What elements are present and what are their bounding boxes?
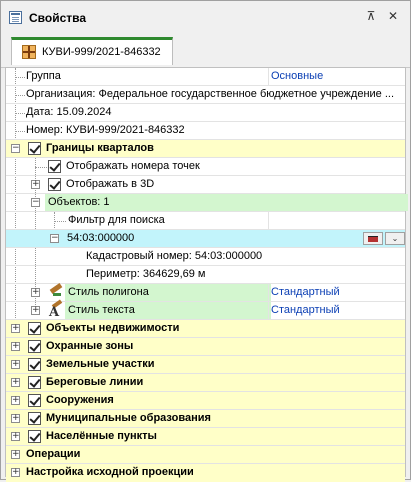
layer-label: Охранные зоны [46, 340, 134, 352]
layer-label: Границы кварталов [46, 142, 154, 154]
expand-icon[interactable]: + [11, 342, 20, 351]
expand-icon[interactable]: + [11, 324, 20, 333]
checkbox-land-plots[interactable] [28, 358, 41, 371]
date-text: Дата: 15.09.2024 [26, 106, 112, 118]
locate-object-button[interactable] [363, 232, 383, 245]
layer-label: Муниципальные образования [46, 412, 211, 424]
operations-row[interactable]: + Операции [6, 446, 405, 464]
checkbox-show-3d[interactable] [48, 178, 61, 191]
layer-row-land-plots[interactable]: + Земельные участки [6, 356, 405, 374]
expand-icon[interactable]: + [31, 288, 40, 297]
group-row[interactable]: Группа Основные [6, 68, 405, 86]
checkbox-settlements[interactable] [28, 430, 41, 443]
checkbox-real-estate[interactable] [28, 322, 41, 335]
collapse-icon[interactable]: − [50, 234, 59, 243]
polygon-style-row[interactable]: + Стиль полигона Стандартный [6, 283, 405, 302]
object-id: 54:03:000000 [67, 232, 135, 244]
text-style-icon: A [48, 299, 64, 320]
number-text: Номер: КУВИ-999/2021-846332 [26, 124, 185, 136]
layer-row-structures[interactable]: + Сооружения [6, 392, 405, 410]
show-3d-row[interactable]: + Отображать в 3D [6, 176, 405, 194]
date-row: Дата: 15.09.2024 [6, 104, 405, 122]
text-style-value[interactable]: Стандартный [271, 302, 401, 319]
group-label: Группа [26, 70, 61, 82]
layer-row-shorelines[interactable]: + Береговые линии [6, 374, 405, 392]
objects-count: Объектов: 1 [45, 194, 408, 211]
show-point-numbers-label: Отображать номера точек [66, 160, 200, 172]
show-point-numbers-row[interactable]: Отображать номера точек [6, 158, 405, 176]
tab-strip: КУВИ-999/2021-846332 [1, 31, 410, 68]
properties-window-icon [9, 11, 22, 24]
cadastral-number-row: Кадастровый номер: 54:03:000000 [6, 248, 405, 266]
dropdown-button[interactable]: ⌄ [385, 232, 405, 245]
layer-row-municipalities[interactable]: + Муниципальные образования [6, 410, 405, 428]
search-filter-row[interactable]: Фильтр для поиска [6, 212, 405, 230]
expand-icon[interactable]: + [11, 432, 20, 441]
polygon-style-value[interactable]: Стандартный [271, 284, 401, 301]
organization-text: Организация: Федеральное государственное… [26, 88, 395, 100]
group-value[interactable]: Основные [271, 68, 401, 85]
projection-label: Настройка исходной проекции [26, 466, 194, 478]
title-bar: Свойства ⊼ ✕ [1, 1, 410, 31]
text-style-row[interactable]: + A Стиль текста Стандартный [6, 299, 405, 320]
flag-icon [368, 236, 378, 242]
text-style-label: Стиль текста [65, 302, 271, 319]
checkbox-protection-zones[interactable] [28, 340, 41, 353]
expand-icon[interactable]: + [11, 378, 20, 387]
operations-label: Операции [26, 448, 81, 460]
checkbox-municipalities[interactable] [28, 412, 41, 425]
projection-row[interactable]: + Настройка исходной проекции [6, 464, 405, 482]
paint-brush-icon [48, 283, 64, 300]
expand-icon[interactable]: + [11, 396, 20, 405]
organization-row: Организация: Федеральное государственное… [6, 86, 405, 104]
tab-label: КУВИ-999/2021-846332 [42, 46, 161, 58]
expand-icon[interactable]: + [11, 360, 20, 369]
expand-icon[interactable]: + [11, 414, 20, 423]
perimeter-row: Периметр: 364629,69 м [6, 266, 405, 284]
collapse-icon[interactable]: − [11, 144, 20, 153]
cadastral-number: Кадастровый номер: 54:03:000000 [86, 250, 263, 262]
close-icon[interactable]: ✕ [385, 8, 401, 24]
expand-icon[interactable]: + [11, 450, 20, 459]
cadastral-document-icon [22, 45, 36, 59]
layer-label: Населённые пункты [46, 430, 157, 442]
window-title: Свойства [29, 11, 87, 25]
properties-window: Свойства ⊼ ✕ КУВИ-999/2021-846332 Группа… [0, 0, 411, 482]
tab-document[interactable]: КУВИ-999/2021-846332 [11, 37, 173, 65]
layer-label: Объекты недвижимости [46, 322, 180, 334]
number-row: Номер: КУВИ-999/2021-846332 [6, 122, 405, 140]
expand-icon[interactable]: + [31, 306, 40, 315]
layer-label: Сооружения [46, 394, 114, 406]
pin-icon[interactable]: ⊼ [363, 8, 379, 24]
show-3d-label: Отображать в 3D [66, 178, 155, 190]
checkbox-show-point-numbers[interactable] [48, 160, 61, 173]
layer-row-boundaries[interactable]: − Границы кварталов [6, 140, 405, 158]
object-row[interactable]: − 54:03:000000 ⌄ [6, 230, 405, 248]
layer-row-protection-zones[interactable]: + Охранные зоны [6, 338, 405, 356]
search-filter-label: Фильтр для поиска [68, 214, 165, 226]
layer-label: Земельные участки [46, 358, 155, 370]
objects-row[interactable]: − Объектов: 1 [6, 194, 408, 212]
checkbox-structures[interactable] [28, 394, 41, 407]
polygon-style-label: Стиль полигона [65, 284, 271, 301]
collapse-icon[interactable]: − [31, 198, 40, 207]
expand-icon[interactable]: + [11, 468, 20, 477]
checkbox-shorelines[interactable] [28, 376, 41, 389]
layer-row-real-estate[interactable]: + Объекты недвижимости [6, 320, 405, 338]
expand-icon[interactable]: + [31, 180, 40, 189]
checkbox-boundaries[interactable] [28, 142, 41, 155]
property-grid: Группа Основные Организация: Федеральное… [5, 67, 408, 482]
layer-row-settlements[interactable]: + Населённые пункты [6, 428, 405, 446]
perimeter: Периметр: 364629,69 м [86, 268, 206, 280]
layer-label: Береговые линии [46, 376, 144, 388]
